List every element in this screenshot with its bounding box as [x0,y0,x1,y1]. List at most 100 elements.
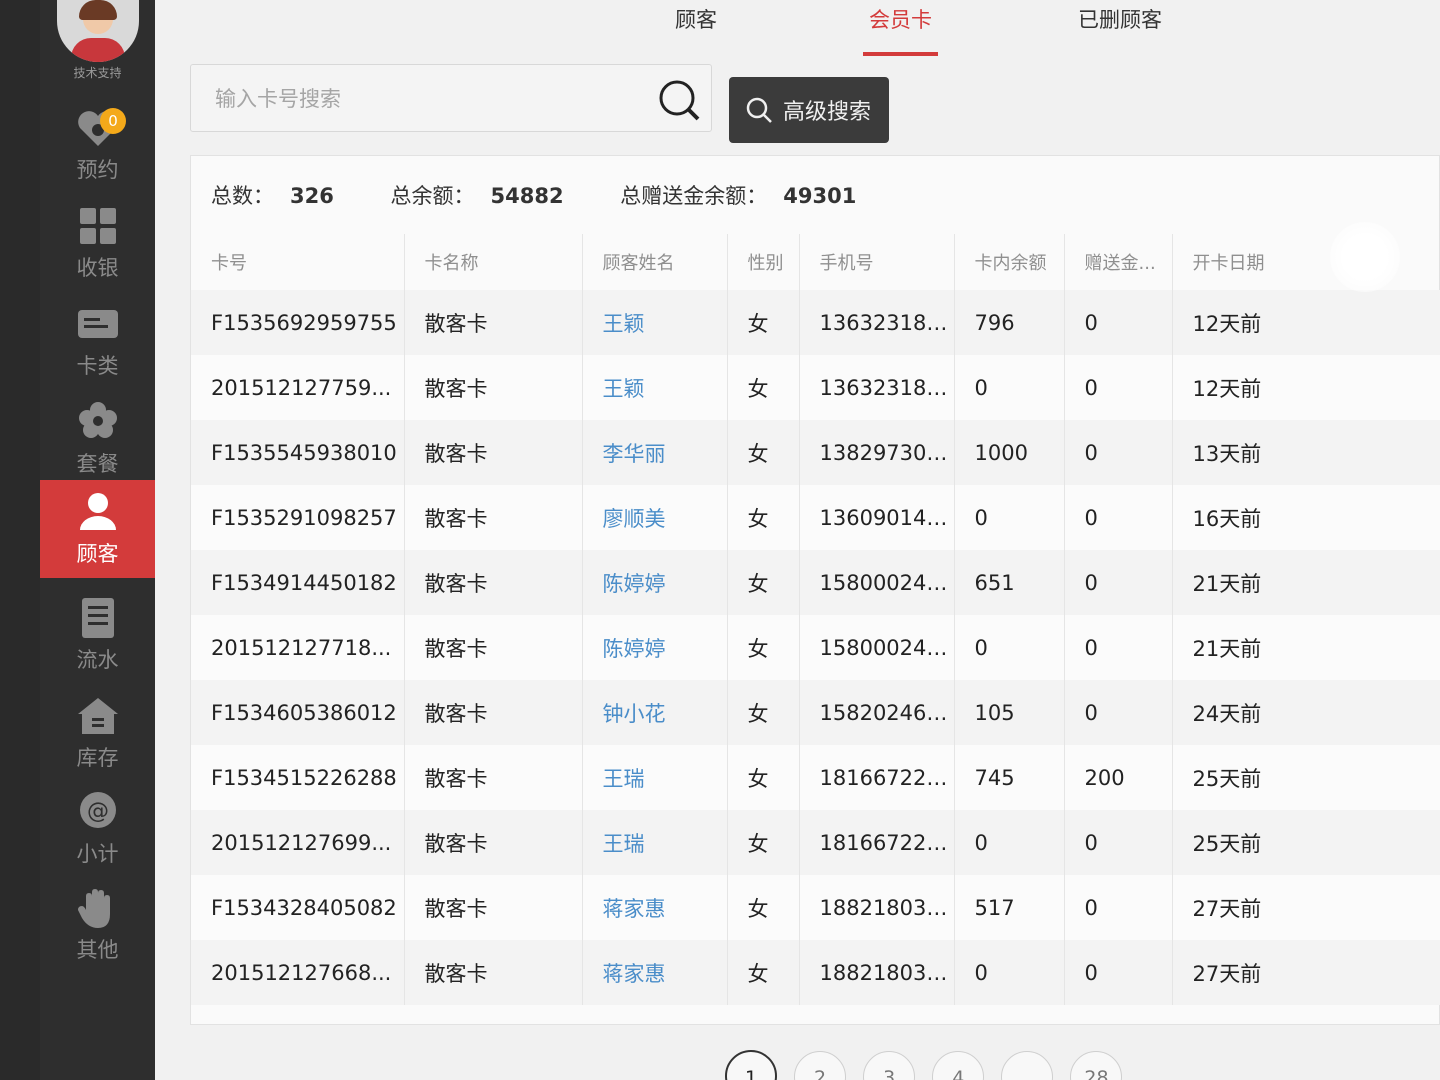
open-date-cell: 27天前 [1172,940,1440,1005]
main-screen: 顾客 会员卡 已删顾客 高级搜索 总数： 326 总余额： 54882 总赠送金余额… [155,0,1440,1080]
customer-name-cell[interactable]: 陈婷婷 [582,615,728,680]
table-row[interactable]: F1535291098257 散客卡 廖顺美女 13609014110 0 0 16天前 [191,485,1440,550]
tab-member-cards[interactable]: 会员卡 [863,0,938,56]
card-search-input[interactable] [215,83,635,115]
gift-balance-cell: 0 [1064,680,1173,745]
sidebar-item-cards[interactable]: 卡类 [40,292,155,390]
customer-name-cell[interactable]: 廖顺美 [582,485,728,550]
table-row[interactable]: F1534515226288 散客卡 王瑞女 18166722602 745 200 25天… [191,745,1440,810]
phone-cell: 15820246999 [799,680,955,745]
balance-cell: 1000 [954,420,1065,485]
balance-cell: 0 [954,810,1065,875]
search-icon[interactable] [657,78,701,122]
advanced-search-button[interactable]: 高级搜索 [729,77,889,143]
table-row[interactable]: F1535545938010 散客卡 李华丽女 13829730165 1000 0 13天… [191,420,1440,485]
sidebar-item-transactions[interactable]: 流水 [40,586,155,684]
page-button[interactable]: 1 [725,1050,777,1080]
flower-icon [78,402,117,438]
customer-name-cell[interactable]: 王颖 [582,290,728,355]
card-name-cell: 散客卡 [404,810,583,875]
page-button[interactable]: 28 [1070,1051,1123,1080]
column-header[interactable]: 手机号 [799,234,955,290]
open-date-cell: 25天前 [1172,810,1440,875]
sidebar-item-cashier[interactable]: 收银 [40,194,155,292]
gender-cell: 女 [727,290,800,355]
table-row[interactable]: F1535692959755 散客卡 王颖女 13632318223 796 0 12天前 [191,290,1440,355]
total-count-value: 326 [290,184,334,208]
table-row[interactable]: F1534605386012 散客卡 钟小花女 15820246999 105 0 24天前 [191,680,1440,745]
column-header[interactable]: 性别 [727,234,800,290]
table-header-row: 卡号 卡名称 顾客姓名 性别 手机号 卡内余额 赠送金... 开卡日期 [191,234,1440,290]
card-name-cell: 散客卡 [404,940,583,1005]
sidebar-item-appointment[interactable]: 0 预约 [40,96,155,194]
card-number-cell: F1534515226288 [191,745,405,810]
table-row[interactable]: 201512127759... 散客卡 王颖女 13632318223 0 0 12天前 [191,355,1440,420]
column-header[interactable]: 卡名称 [404,234,583,290]
tab-customers[interactable]: 顾客 [675,0,717,56]
grid-icon [79,208,116,244]
summary-stats: 总数： 326 总余额： 54882 总赠送金余额： 49301 [211,180,906,220]
customer-name-cell[interactable]: 李华丽 [582,420,728,485]
page-ellipsis[interactable]: ... [1001,1051,1054,1080]
page-button[interactable]: 2 [794,1051,847,1080]
table-row[interactable]: F1534328405082 散客卡 蒋家惠女 18821803478 517 0 27天前 [191,875,1440,940]
customer-name-cell[interactable]: 钟小花 [582,680,728,745]
total-balance-value: 54882 [490,184,564,208]
column-header[interactable]: 卡号 [191,234,405,290]
open-date-cell: 21天前 [1172,615,1440,680]
balance-cell: 0 [954,355,1065,420]
sidebar-item-customers[interactable]: 顾客 [40,480,155,578]
card-icon [77,310,118,338]
tab-deleted-customers[interactable]: 已删顾客 [1078,0,1162,56]
balance-cell: 517 [954,875,1065,940]
pagination: 1 2 3 4 ... 28 [725,1050,1134,1080]
card-number-cell: 201512127718... [191,615,405,680]
table-row[interactable]: F1534914450182 散客卡 陈婷婷女 15800024305 651 0 21天前 [191,550,1440,615]
table-row[interactable]: 201512127668... 散客卡 蒋家惠女 18821803478 0 0 27天前 [191,940,1440,1005]
sidebar-item-subtotal[interactable]: @ 小计 [40,780,155,878]
customer-name-cell[interactable]: 王瑞 [582,745,728,810]
column-header[interactable]: 赠送金... [1064,234,1173,290]
gender-cell: 女 [727,485,800,550]
customer-name-cell[interactable]: 王颖 [582,355,728,420]
table-row[interactable]: 201512127718... 散客卡 陈婷婷女 15800024305 0 0 21天前 [191,615,1440,680]
card-number-cell: 201512127759... [191,355,405,420]
open-date-cell: 16天前 [1172,485,1440,550]
column-header[interactable]: 开卡日期 [1172,234,1440,290]
open-date-cell: 13天前 [1172,420,1440,485]
gift-balance-cell: 0 [1064,485,1173,550]
sidebar-item-package[interactable]: 套餐 [40,390,155,488]
customer-name-cell[interactable]: 蒋家惠 [582,875,728,940]
page-button[interactable]: 3 [863,1051,916,1080]
balance-cell: 651 [954,550,1065,615]
phone-cell: 13632318223 [799,355,955,420]
phone-cell: 15800024305 [799,550,955,615]
member-card-panel: 总数： 326 总余额： 54882 总赠送金余额： 49301 卡号 卡名称 顾客姓… [190,155,1440,1025]
gender-cell: 女 [727,680,800,745]
card-name-cell: 散客卡 [404,485,583,550]
card-number-cell: F1535545938010 [191,420,405,485]
customer-name-cell[interactable]: 王瑞 [582,810,728,875]
page-button[interactable]: 4 [932,1051,985,1080]
column-header[interactable]: 卡内余额 [954,234,1065,290]
card-number-cell: 201512127668... [191,940,405,1005]
card-name-cell: 散客卡 [404,680,583,745]
column-header[interactable]: 顾客姓名 [582,234,728,290]
support-label: 技术支持 [73,66,122,80]
card-number-cell: F1534328405082 [191,875,405,940]
card-number-cell: F1535692959755 [191,290,405,355]
gift-balance-cell: 0 [1064,550,1173,615]
phone-cell: 18166722602 [799,745,955,810]
tech-support[interactable]: 技术支持 [40,0,155,90]
total-gift-balance-value: 49301 [783,184,857,208]
document-icon [81,598,114,638]
open-date-cell: 12天前 [1172,355,1440,420]
hand-icon [77,889,110,928]
customer-name-cell[interactable]: 陈婷婷 [582,550,728,615]
sidebar-item-inventory[interactable]: 库存 [40,684,155,782]
sidebar-item-other[interactable]: 其他 [40,876,155,974]
customer-name-cell[interactable]: 蒋家惠 [582,940,728,1005]
house-icon [77,698,118,734]
open-date-cell: 24天前 [1172,680,1440,745]
table-row[interactable]: 201512127699... 散客卡 王瑞女 18166722602 0 0 25天前 [191,810,1440,875]
